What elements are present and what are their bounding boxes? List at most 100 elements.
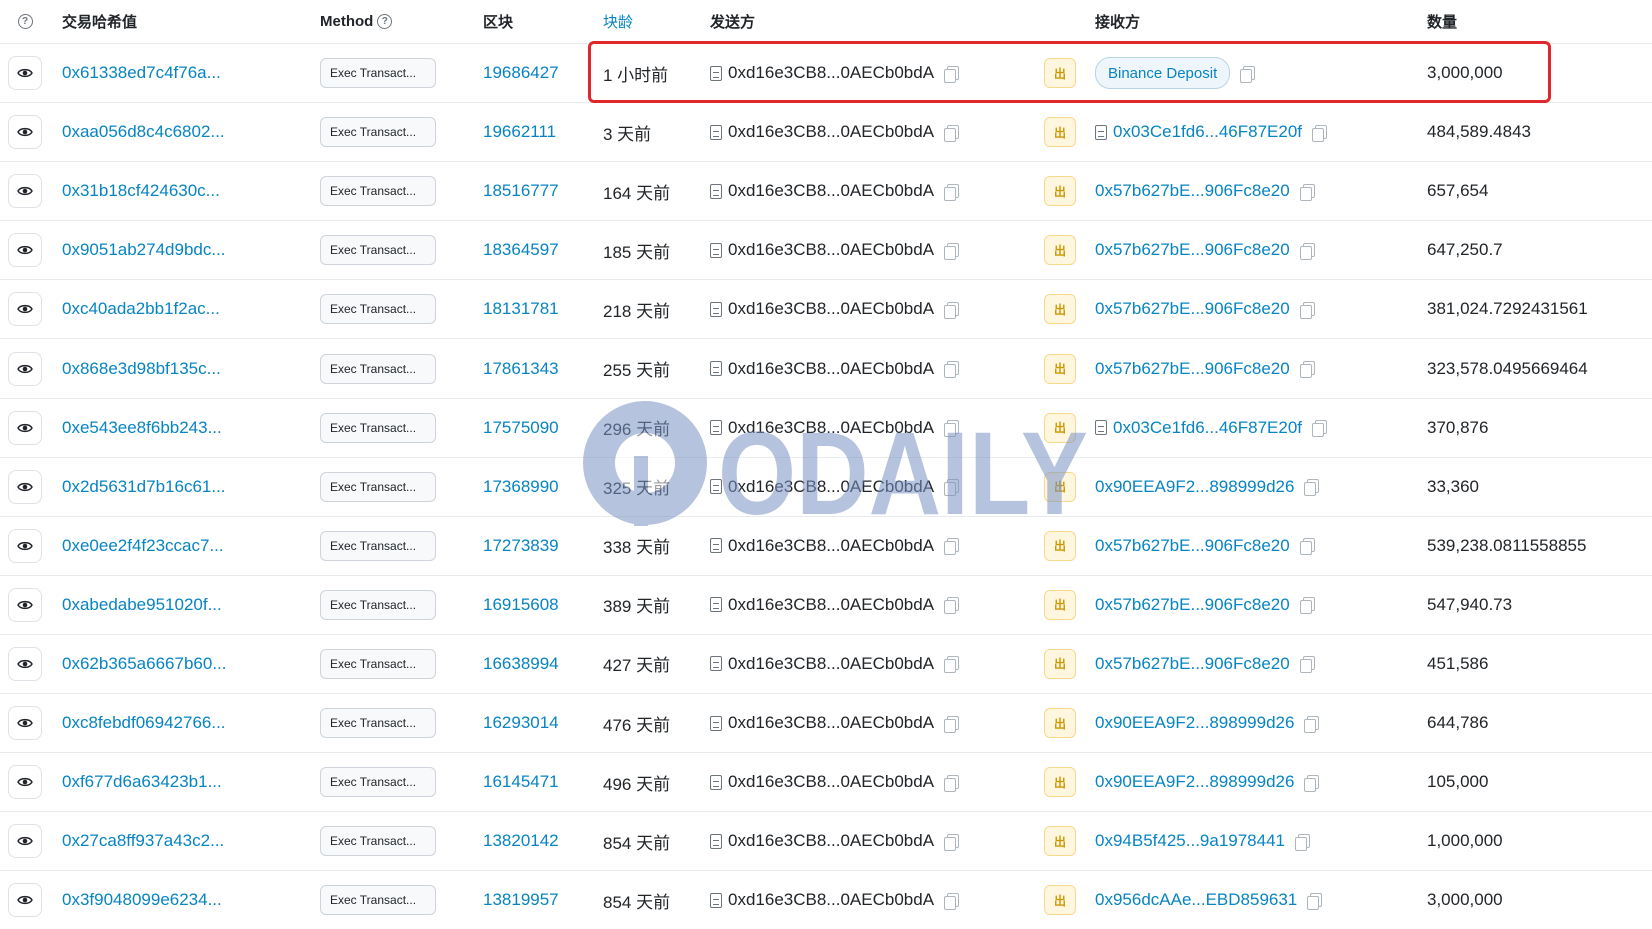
- copy-icon[interactable]: [1307, 892, 1323, 910]
- view-details-button[interactable]: [8, 469, 42, 504]
- copy-icon[interactable]: [1304, 479, 1320, 497]
- amount-value: 644,786: [1427, 713, 1489, 733]
- view-details-button[interactable]: [8, 115, 42, 150]
- view-details-button[interactable]: [8, 706, 42, 741]
- tx-hash-link[interactable]: 0xf677d6a63423b1...: [62, 772, 222, 792]
- copy-icon[interactable]: [1299, 597, 1315, 615]
- block-link[interactable]: 17575090: [483, 418, 559, 438]
- tx-hash-link[interactable]: 0xaa056d8c4c6802...: [62, 122, 225, 142]
- copy-icon[interactable]: [944, 774, 960, 792]
- copy-icon[interactable]: [1299, 656, 1315, 674]
- copy-icon[interactable]: [1304, 774, 1320, 792]
- view-details-button[interactable]: [8, 528, 42, 563]
- copy-icon[interactable]: [944, 715, 960, 733]
- block-link[interactable]: 18364597: [483, 240, 559, 260]
- copy-icon[interactable]: [944, 183, 960, 201]
- view-details-button[interactable]: [8, 883, 42, 918]
- to-address-link[interactable]: 0x94B5f425...9a1978441: [1095, 831, 1285, 851]
- block-link[interactable]: 18131781: [483, 299, 559, 319]
- block-link[interactable]: 19686427: [483, 63, 559, 83]
- to-address-link[interactable]: 0x57b627bE...906Fc8e20: [1095, 181, 1290, 201]
- view-details-button[interactable]: [8, 410, 42, 445]
- header-age-toggle[interactable]: 块龄: [603, 0, 703, 43]
- to-address-link[interactable]: 0x90EEA9F2...898999d26: [1095, 713, 1294, 733]
- to-address-link[interactable]: 0x57b627bE...906Fc8e20: [1095, 654, 1290, 674]
- view-details-button[interactable]: [8, 824, 42, 859]
- view-details-button[interactable]: [8, 292, 42, 327]
- block-link[interactable]: 16145471: [483, 772, 559, 792]
- block-link[interactable]: 17273839: [483, 536, 559, 556]
- copy-icon[interactable]: [1312, 420, 1328, 438]
- block-link[interactable]: 16638994: [483, 654, 559, 674]
- tx-hash-link[interactable]: 0x31b18cf424630c...: [62, 181, 220, 201]
- age-text: 255 天前: [603, 361, 671, 381]
- copy-icon[interactable]: [1240, 65, 1256, 83]
- copy-icon[interactable]: [944, 361, 960, 379]
- tx-hash-link[interactable]: 0xabedabe951020f...: [62, 595, 222, 615]
- copy-icon[interactable]: [944, 242, 960, 260]
- method-help-icon[interactable]: ?: [377, 14, 393, 29]
- tx-hash-link[interactable]: 0x27ca8ff937a43c2...: [62, 831, 224, 851]
- contract-icon: [710, 479, 722, 495]
- view-details-button[interactable]: [8, 765, 42, 800]
- copy-icon[interactable]: [944, 479, 960, 497]
- eye-icon: [17, 774, 33, 790]
- copy-icon[interactable]: [944, 538, 960, 556]
- copy-icon[interactable]: [944, 656, 960, 674]
- copy-icon[interactable]: [1312, 124, 1328, 142]
- block-link[interactable]: 13820142: [483, 831, 559, 851]
- block-link[interactable]: 18516777: [483, 181, 559, 201]
- to-address-link[interactable]: 0x03Ce1fd6...46F87E20f: [1113, 418, 1302, 438]
- block-link[interactable]: 16293014: [483, 713, 559, 733]
- copy-icon[interactable]: [944, 124, 960, 142]
- copy-icon[interactable]: [944, 65, 960, 83]
- copy-icon[interactable]: [1295, 833, 1311, 851]
- tx-hash-link[interactable]: 0x3f9048099e6234...: [62, 890, 222, 910]
- tx-hash-link[interactable]: 0xc40ada2bb1f2ac...: [62, 299, 220, 319]
- copy-icon[interactable]: [944, 892, 960, 910]
- age-text: 476 天前: [603, 715, 671, 735]
- block-link[interactable]: 17861343: [483, 359, 559, 379]
- view-details-button[interactable]: [8, 587, 42, 622]
- info-icon[interactable]: ?: [8, 0, 42, 43]
- contract-icon: [710, 361, 722, 377]
- to-address-link[interactable]: 0x956dcAAe...EBD859631: [1095, 890, 1297, 910]
- to-address-link[interactable]: 0x57b627bE...906Fc8e20: [1095, 299, 1290, 319]
- to-address-link[interactable]: 0x90EEA9F2...898999d26: [1095, 772, 1294, 792]
- tx-hash-link[interactable]: 0x62b365a6667b60...: [62, 654, 227, 674]
- block-link[interactable]: 13819957: [483, 890, 559, 910]
- to-address-link[interactable]: 0x57b627bE...906Fc8e20: [1095, 536, 1290, 556]
- tx-hash-link[interactable]: 0xe0ee2f4f23ccac7...: [62, 536, 224, 556]
- to-address-link[interactable]: 0x57b627bE...906Fc8e20: [1095, 359, 1290, 379]
- tx-hash-link[interactable]: 0x9051ab274d9bdc...: [62, 240, 226, 260]
- view-details-button[interactable]: [8, 174, 42, 209]
- copy-icon[interactable]: [944, 597, 960, 615]
- to-address-link[interactable]: 0x03Ce1fd6...46F87E20f: [1113, 122, 1302, 142]
- copy-icon[interactable]: [944, 420, 960, 438]
- copy-icon[interactable]: [1299, 183, 1315, 201]
- copy-icon[interactable]: [1299, 242, 1315, 260]
- view-details-button[interactable]: [8, 56, 42, 91]
- block-link[interactable]: 16915608: [483, 595, 559, 615]
- tx-hash-link[interactable]: 0x2d5631d7b16c61...: [62, 477, 226, 497]
- to-address-link[interactable]: 0x57b627bE...906Fc8e20: [1095, 595, 1290, 615]
- view-details-button[interactable]: [8, 233, 42, 268]
- tx-hash-link[interactable]: 0x61338ed7c4f76a...: [62, 63, 221, 83]
- block-link[interactable]: 17368990: [483, 477, 559, 497]
- copy-icon[interactable]: [944, 301, 960, 319]
- copy-icon[interactable]: [944, 833, 960, 851]
- copy-icon[interactable]: [1299, 538, 1315, 556]
- block-link[interactable]: 19662111: [483, 122, 556, 142]
- tx-hash-link[interactable]: 0x868e3d98bf135c...: [62, 359, 221, 379]
- copy-icon[interactable]: [1304, 715, 1320, 733]
- to-address-link[interactable]: 0x90EEA9F2...898999d26: [1095, 477, 1294, 497]
- copy-icon[interactable]: [1299, 361, 1315, 379]
- view-details-button[interactable]: [8, 351, 42, 386]
- tx-hash-link[interactable]: 0xe543ee8f6bb243...: [62, 418, 222, 438]
- copy-icon[interactable]: [1299, 301, 1315, 319]
- to-name-tag[interactable]: Binance Deposit: [1095, 57, 1231, 90]
- age-text: 218 天前: [603, 301, 671, 321]
- to-address-link[interactable]: 0x57b627bE...906Fc8e20: [1095, 240, 1290, 260]
- view-details-button[interactable]: [8, 646, 42, 681]
- tx-hash-link[interactable]: 0xc8febdf06942766...: [62, 713, 226, 733]
